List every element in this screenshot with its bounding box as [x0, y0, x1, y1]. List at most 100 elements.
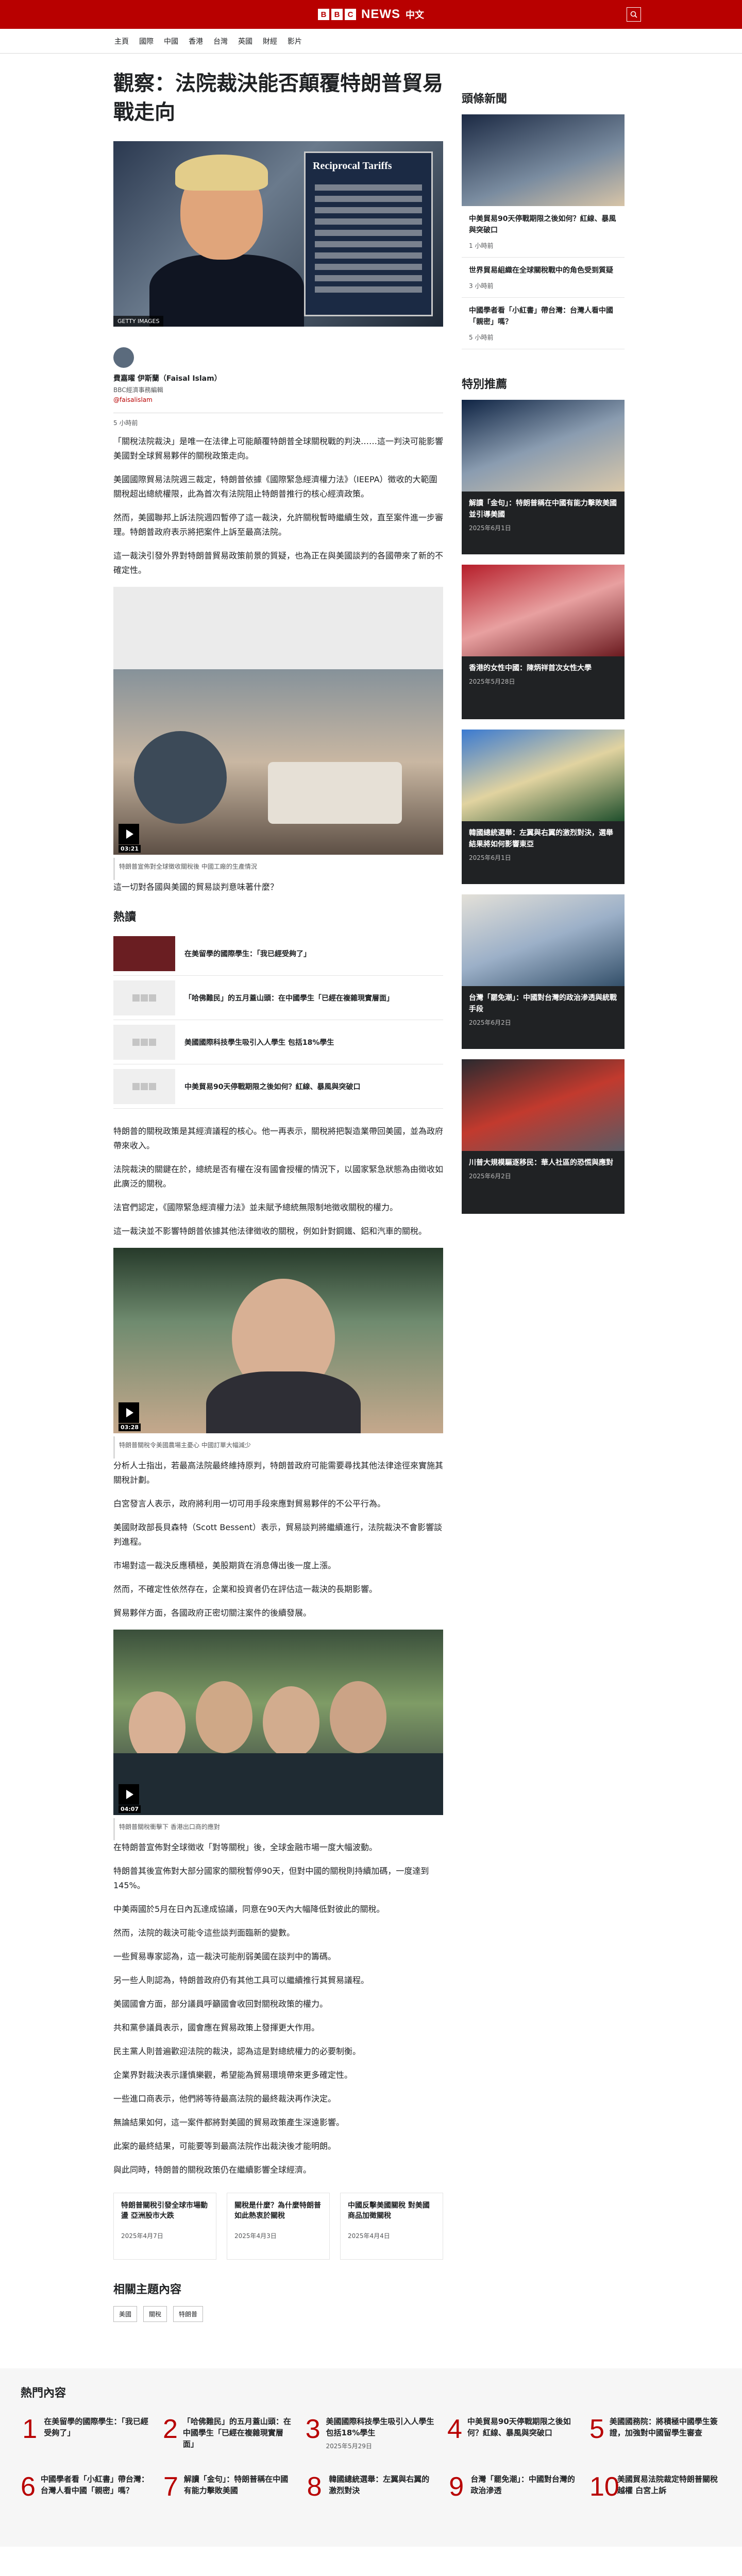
paragraph: 這一裁決引發外界對特朗普貿易政策前景的質疑，也為正在與美國談判的各國帶來了新的不…	[113, 551, 444, 575]
hot-item-title[interactable]: 中美貿易90天停戰期限之後如何？紅線、暴風與突破口	[184, 1081, 360, 1092]
video-caption: 特朗普宣佈對全球徵收關稅後 中國工廠的生產情況	[113, 858, 443, 880]
nav-finance[interactable]: 財經	[263, 36, 277, 46]
author-avatar	[113, 347, 134, 368]
latest-lead-image[interactable]	[462, 114, 625, 206]
hot-item-title[interactable]: 美國國際科技學生吸引入人學生 包括18%學生	[184, 1037, 334, 1047]
video-player-1[interactable]: 03:21	[113, 669, 443, 855]
video-player-2[interactable]: 03:28	[113, 1248, 443, 1433]
latest-item-title[interactable]: 中美貿易90天停戰期限之後如何？紅線、暴風與突破口	[469, 213, 617, 236]
popular-item[interactable]: 4 中美貿易90天停戰期限之後如何？紅線、暴風與突破口	[447, 2416, 579, 2453]
byline: 費嘉曜 伊斯蘭（Faisal Islam） BBC經濟事務編輯 @faisali…	[113, 347, 443, 403]
special-card[interactable]: 香港的女性中國：陳炳祥首次女性大學 2025年5月28日	[462, 565, 625, 719]
latest-item[interactable]: 中國學者看「小紅書」帶台灣：台灣人看中國「親密」嗎？ 5 小時前	[462, 298, 625, 349]
nav-taiwan[interactable]: 台灣	[213, 36, 228, 46]
paragraph: 與此同時，特朗普的關稅政策仍在繼續影響全球經濟。	[113, 2165, 312, 2175]
popular-item-title[interactable]: 解讀「金句」：特朗普稱在中國有能力擊敗美國	[184, 2473, 295, 2496]
bbc-placeholder-icon	[113, 1069, 175, 1104]
special-title-text[interactable]: 香港的女性中國：陳炳祥首次女性大學	[462, 656, 625, 677]
most-popular: 熱門內容 1 在美留學的國際學生：「我已經受夠了」 2 「哈佛難民」的五月蓋山頭：在…	[0, 2368, 742, 2547]
paragraph: 分析人士指出，若最高法院最終維持原判，特朗普政府可能需要尋找其他法律途徑來實施其…	[113, 1461, 444, 1485]
topic-tag[interactable]: 關稅	[143, 2306, 167, 2322]
special-image	[462, 894, 625, 986]
special-title-text[interactable]: 台灣「罷免潮」：中國對台灣的政治滲透與統戰手段	[462, 986, 625, 1018]
play-icon[interactable]	[119, 824, 139, 844]
hot-item[interactable]: 「哈佛難民」的五月蓋山頭：在中國學生「已經在複雜現實層面」	[113, 976, 443, 1020]
latest-item-title[interactable]: 中國學者看「小紅書」帶台灣：台灣人看中國「親密」嗎？	[469, 305, 617, 328]
popular-item[interactable]: 9 台灣「罷免潮」：中國對台灣的政治滲透	[447, 2473, 579, 2500]
latest-item[interactable]: 中美貿易90天停戰期限之後如何？紅線、暴風與突破口 1 小時前	[462, 206, 625, 258]
hot-item-title[interactable]: 在美留學的國際學生：「我已經受夠了」	[184, 948, 311, 959]
special-title-text[interactable]: 川普大規模驅逐移民：華人社區的恐慌與應對	[462, 1151, 625, 1172]
related-card-title[interactable]: 關稅是什麼？為什麼特朗普如此熱衷於關稅	[234, 2200, 322, 2221]
special-card[interactable]: 台灣「罷免潮」：中國對台灣的政治滲透與統戰手段 2025年6月2日	[462, 894, 625, 1049]
paragraph: 白宮發言人表示，政府將利用一切可用手段來應對貿易夥伴的不公平行為。	[113, 1499, 386, 1509]
popular-item-title[interactable]: 中國學者看「小紅書」帶台灣：台灣人看中國「親密」嗎？	[41, 2473, 153, 2496]
related-card-title[interactable]: 中國反擊美國關稅 對美國商品加徵關稅	[348, 2200, 435, 2221]
popular-item-title[interactable]: 「哈佛難民」的五月蓋山頭：在中國學生「已經在複雜現實層面」	[183, 2416, 295, 2450]
bbc-news-logo[interactable]: B B C NEWS 中文	[318, 7, 424, 22]
popular-item[interactable]: 8 韓國總統選舉：左翼與右翼的激烈對決	[305, 2473, 437, 2500]
paragraph: 此案的最終結果，可能要等到最高法院作出裁決後才能明朗。	[113, 2141, 336, 2151]
popular-item-title[interactable]: 台灣「罷免潮」：中國對台灣的政治滲透	[470, 2473, 579, 2496]
special-title-text[interactable]: 韓國總統選舉：左翼與右翼的激烈對決，選舉結果將如何影響東亞	[462, 821, 625, 853]
related-card-title[interactable]: 特朗普關稅引發全球市場動盪 亞洲股市大跌	[121, 2200, 209, 2221]
popular-item-title[interactable]: 美國國務院：將積極中國學生簽證，加強對中國留學生審查	[610, 2416, 721, 2438]
related-card[interactable]: 中國反擊美國關稅 對美國商品加徵關稅 2025年4月4日	[340, 2193, 443, 2260]
nav-china[interactable]: 中國	[164, 36, 178, 46]
paragraph: 一些進口商表示，他們將等待最高法院的最終裁決再作決定。	[113, 2094, 336, 2104]
popular-item-date: 2025年5月29日	[326, 2443, 372, 2450]
popular-item[interactable]: 2 「哈佛難民」的五月蓋山頭：在中國學生「已經在複雜現實層面」	[163, 2416, 295, 2453]
play-icon[interactable]	[119, 1784, 139, 1805]
author-handle[interactable]: @faisalislam	[113, 396, 443, 403]
author-role: BBC經濟事務編輯	[113, 386, 163, 394]
popular-item-title[interactable]: 美國國際科技學生吸引入人學生 包括18%學生	[326, 2416, 437, 2438]
popular-item-title[interactable]: 美國貿易法院裁定特朗普關稅越權 白宮上訴	[617, 2473, 721, 2496]
video-caption: 特朗普關稅衝擊下 香港出口商的應對	[113, 1818, 443, 1840]
popular-item-title[interactable]: 中美貿易90天停戰期限之後如何？紅線、暴風與突破口	[467, 2416, 579, 2438]
popular-item[interactable]: 1 在美留學的國際學生：「我已經受夠了」	[21, 2416, 153, 2453]
special-title-text[interactable]: 解讀「金句」：特朗普稱在中國有能力擊敗美國並引導美國	[462, 492, 625, 523]
video-duration: 03:21	[119, 845, 141, 853]
paragraph: 這一切對各國與美國的貿易談判意味著什麼？	[113, 882, 279, 892]
hot-item-title[interactable]: 「哈佛難民」的五月蓋山頭：在中國學生「已經在複雜現實層面」	[184, 993, 394, 1003]
special-card[interactable]: 韓國總統選舉：左翼與右翼的激烈對決，選舉結果將如何影響東亞 2025年6月1日	[462, 730, 625, 884]
nav-home[interactable]: 主頁	[114, 36, 129, 46]
related-card-date: 2025年4月4日	[348, 2232, 390, 2240]
nav-hongkong[interactable]: 香港	[189, 36, 203, 46]
article-headline: 觀察：法院裁決能否顛覆特朗普貿易戰走向	[113, 72, 443, 124]
popular-item-title[interactable]: 在美留學的國際學生：「我已經受夠了」	[44, 2416, 153, 2438]
related-card[interactable]: 特朗普關稅引發全球市場動盪 亞洲股市大跌 2025年4月7日	[113, 2193, 216, 2260]
paragraph: 貿易夥伴方面，各國政府正密切關注案件的後續發展。	[113, 1608, 312, 1618]
hot-item[interactable]: 在美留學的國際學生：「我已經受夠了」	[113, 931, 443, 976]
search-button[interactable]	[627, 7, 641, 22]
tariff-board-title: Reciprocal Tariffs	[313, 160, 392, 172]
popular-item[interactable]: 10 美國貿易法院裁定特朗普關稅越權 白宮上訴	[589, 2473, 721, 2500]
special-card[interactable]: 川普大規模驅逐移民：華人社區的恐慌與應對 2025年6月2日	[462, 1059, 625, 1214]
latest-item-title[interactable]: 世界貿易組織在全球關稅戰中的角色受到質疑	[469, 265, 617, 276]
related-card[interactable]: 關稅是什麼？為什麼特朗普如此熱衷於關稅 2025年4月3日	[227, 2193, 330, 2260]
hot-item[interactable]: 美國國際科技學生吸引入人學生 包括18%學生	[113, 1020, 443, 1064]
popular-item[interactable]: 6 中國學者看「小紅書」帶台灣：台灣人看中國「親密」嗎？	[21, 2473, 153, 2500]
video-duration: 04:07	[119, 1805, 141, 1813]
topic-tag[interactable]: 美國	[113, 2306, 138, 2322]
nav-uk[interactable]: 英國	[238, 36, 252, 46]
popular-item[interactable]: 3 美國國際科技學生吸引入人學生 包括18%學生 2025年5月29日	[305, 2416, 437, 2453]
popular-item-title[interactable]: 韓國總統選舉：左翼與右翼的激烈對決	[329, 2473, 437, 2496]
main-nav: 主頁 國際 中國 香港 台灣 英國 財經 影片	[0, 29, 742, 54]
popular-item[interactable]: 5 美國國務院：將積極中國學生簽證，加強對中國留學生審查	[589, 2416, 721, 2453]
nav-international[interactable]: 國際	[139, 36, 154, 46]
hero-credit: GETTY IMAGES	[113, 316, 164, 327]
play-icon[interactable]	[119, 1402, 139, 1423]
video-player-3[interactable]: 04:07	[113, 1630, 443, 1815]
special-card[interactable]: 解讀「金句」：特朗普稱在中國有能力擊敗美國並引導美國 2025年6月1日	[462, 400, 625, 554]
paragraph: 法院裁決的關鍵在於，總統是否有權在沒有國會授權的情況下，以國家緊急狀態為由徵收如…	[113, 1164, 444, 1189]
latest-item[interactable]: 世界貿易組織在全球關稅戰中的角色受到質疑 3 小時前	[462, 258, 625, 298]
hot-item[interactable]: 中美貿易90天停戰期限之後如何？紅線、暴風與突破口	[113, 1064, 443, 1109]
latest-item-date: 1 小時前	[469, 242, 494, 249]
bbc-placeholder-icon	[113, 980, 175, 1015]
popular-item[interactable]: 7 解讀「金句」：特朗普稱在中國有能力擊敗美國	[163, 2473, 295, 2500]
topic-tag[interactable]: 特朗普	[173, 2306, 204, 2322]
nav-video[interactable]: 影片	[288, 36, 302, 46]
latest-title: 頭條新聞	[462, 93, 508, 106]
latest-news: 中美貿易90天停戰期限之後如何？紅線、暴風與突破口 1 小時前 世界貿易組織在全…	[462, 114, 625, 349]
